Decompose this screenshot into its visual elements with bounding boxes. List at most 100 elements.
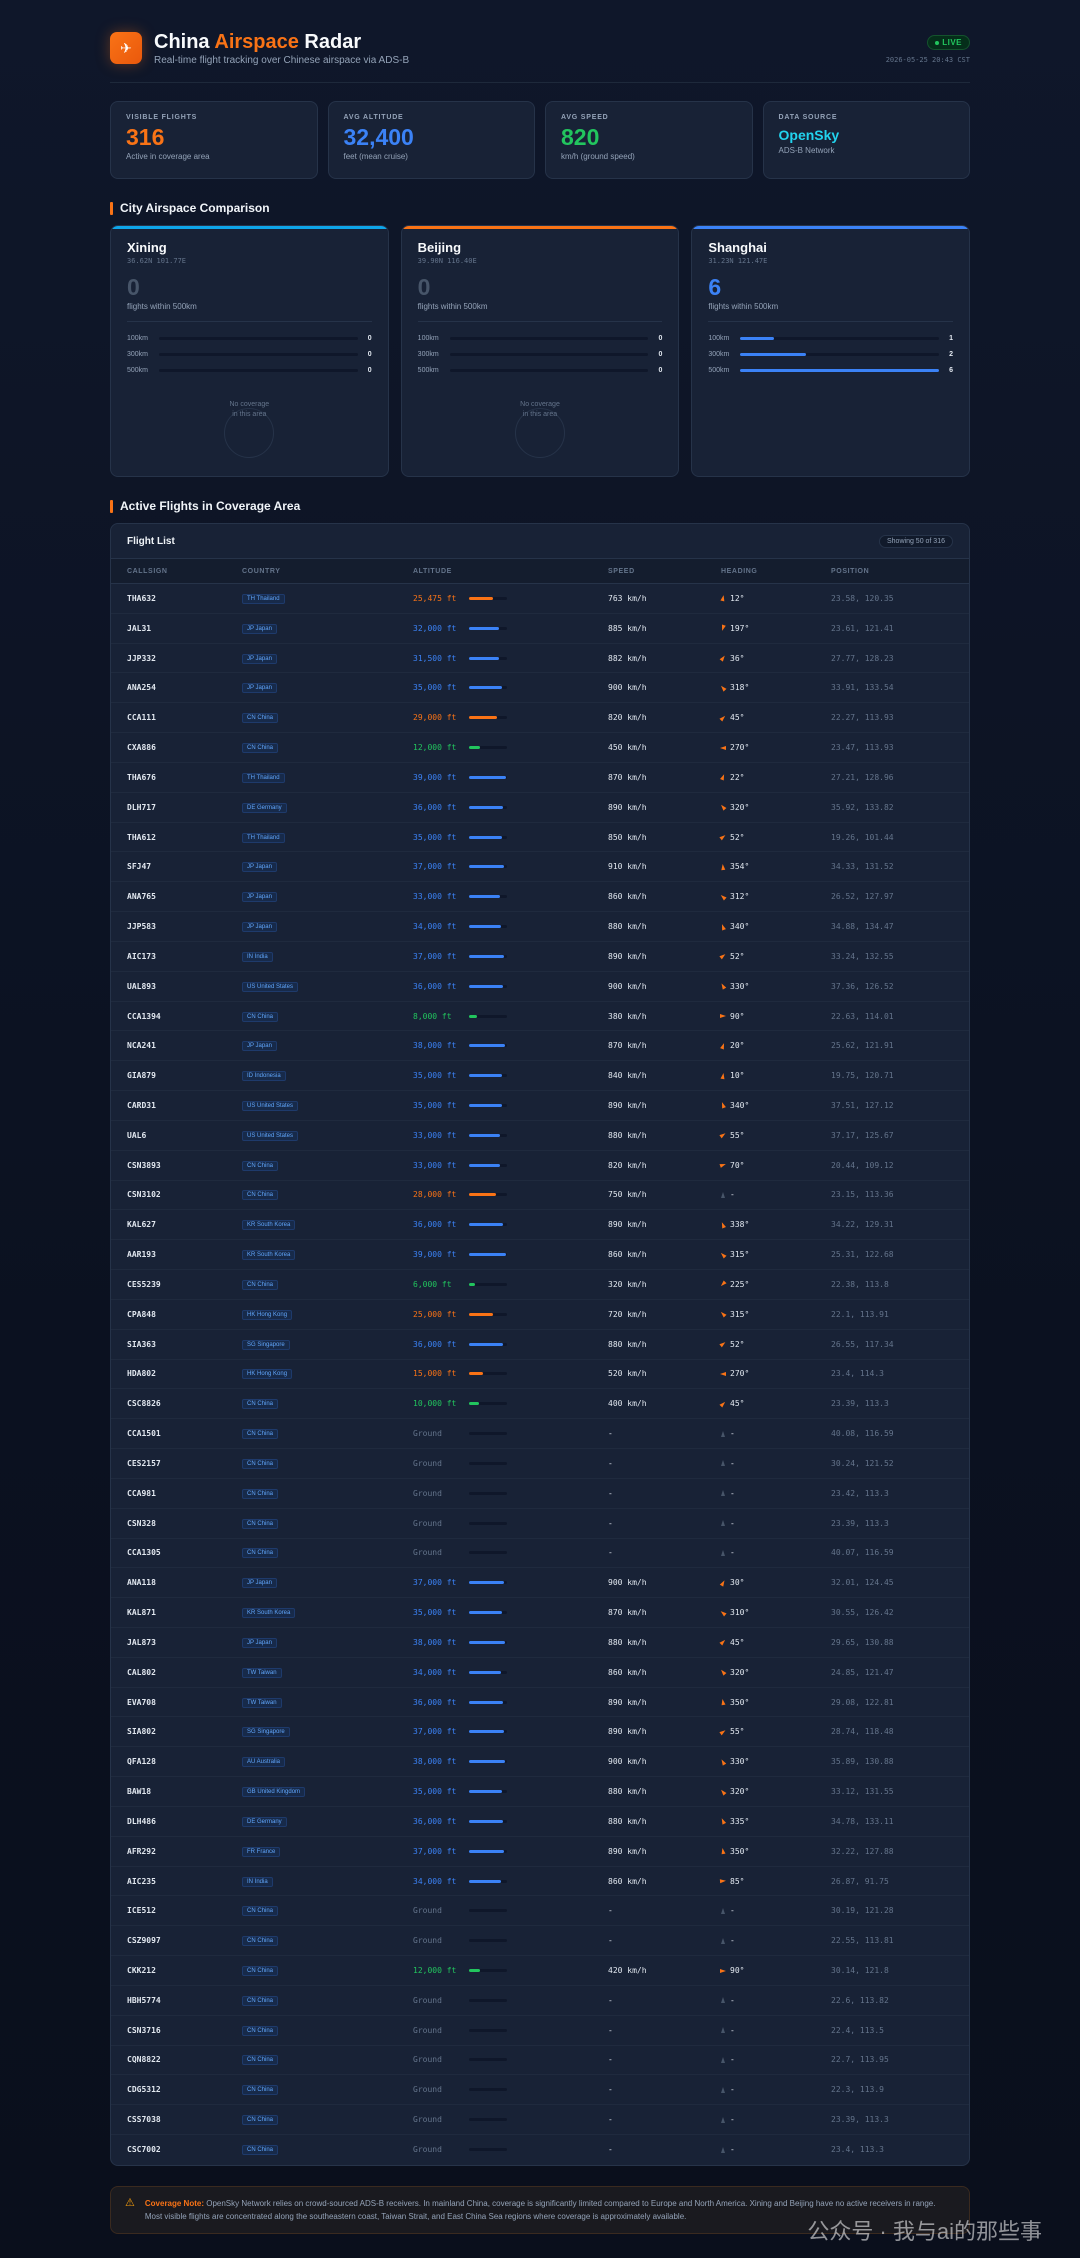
- table-row[interactable]: CSZ9097 CN China Ground - - 22.55, 113.81: [111, 1926, 969, 1957]
- column-header-heading[interactable]: HEADING: [721, 568, 831, 575]
- country-cell: CN China: [242, 2114, 413, 2126]
- city-coordinates: 36.62N 101.77E: [127, 257, 187, 265]
- column-header-position[interactable]: POSITION: [831, 568, 953, 575]
- table-row[interactable]: AIC235 IN India 34,000 ft 860 km/h 85° 26.87,…: [111, 1867, 969, 1897]
- table-row[interactable]: ANA765 JP Japan 33,000 ft 860 km/h 312° 26.52…: [111, 882, 969, 913]
- table-row[interactable]: CPA848 HK Hong Kong 25,000 ft 720 km/h 315° 2…: [111, 1300, 969, 1330]
- column-header-speed[interactable]: SPEED: [608, 568, 721, 575]
- country-badge: KR South Korea: [242, 1608, 296, 1619]
- altitude-bar-fill: [469, 1103, 503, 1107]
- table-row[interactable]: CCA1501 CN China Ground - - 40.08, 116.59: [111, 1419, 969, 1450]
- country-badge: CN China: [242, 2145, 279, 2156]
- altitude-value: 15,000 ft: [413, 1369, 457, 1379]
- table-row[interactable]: HDA802 HK Hong Kong 15,000 ft 520 km/h 270° 2…: [111, 1360, 969, 1390]
- altitude-bar-fill: [469, 775, 507, 779]
- table-row[interactable]: THA612 TH Thailand 35,000 ft 850 km/h 52° 19.…: [111, 823, 969, 853]
- table-row[interactable]: BAW18 GB United Kingdom 35,000 ft 880 km/h 3…: [111, 1777, 969, 1807]
- table-row[interactable]: SIA802 SG Singapore 37,000 ft 890 km/h 55° 28…: [111, 1717, 969, 1748]
- table-row[interactable]: KAL871 KR South Korea 35,000 ft 870 km/h 310…: [111, 1598, 969, 1628]
- country-badge: IN India: [242, 951, 273, 962]
- column-header-altitude[interactable]: ALTITUDE: [413, 568, 608, 575]
- table-row[interactable]: JAL31 JP Japan 32,000 ft 885 km/h 197° 23.61,…: [111, 614, 969, 644]
- heading-value: 52°: [730, 1339, 745, 1349]
- altitude-value: Ground: [413, 1429, 442, 1439]
- radius-bar: [740, 368, 940, 372]
- table-row[interactable]: KAL627 KR South Korea 36,000 ft 890 km/h 338…: [111, 1210, 969, 1241]
- altitude-bar: [469, 1432, 507, 1436]
- table-row[interactable]: DLH486 DE Germany 36,000 ft 880 km/h 335° 34.…: [111, 1807, 969, 1837]
- table-row[interactable]: CQN8822 CN China Ground - - 22.7, 113.95: [111, 2046, 969, 2076]
- table-row[interactable]: SFJ47 JP Japan 37,000 ft 910 km/h 354° 34.33,…: [111, 852, 969, 883]
- table-row[interactable]: CSN3102 CN China 28,000 ft 750 km/h - 23.15, …: [111, 1181, 969, 1211]
- callsign: DLH486: [127, 1816, 156, 1826]
- table-row[interactable]: ANA118 JP Japan 37,000 ft 900 km/h 30° 32.01,…: [111, 1568, 969, 1599]
- altitude-bar: [469, 1461, 507, 1465]
- altitude-value: 36,000 ft: [413, 1816, 457, 1826]
- table-row[interactable]: CCA981 CN China Ground - - 23.42, 113.3: [111, 1479, 969, 1509]
- table-row[interactable]: THA676 TH Thailand 39,000 ft 870 km/h 22° 27.…: [111, 763, 969, 793]
- divider: [110, 82, 970, 83]
- column-header-callsign[interactable]: CALLSIGN: [127, 568, 242, 575]
- table-row[interactable]: ICE512 CN China Ground - - 30.19, 121.28: [111, 1896, 969, 1927]
- table-row[interactable]: JAL873 JP Japan 38,000 ft 880 km/h 45° 29.65,…: [111, 1628, 969, 1658]
- table-row[interactable]: AFR292 FR France 37,000 ft 890 km/h 350° 32.2…: [111, 1837, 969, 1867]
- stats-row: VISIBLE FLIGHTS 316 Active in coverage are…: [110, 101, 970, 179]
- table-row[interactable]: CDG5312 CN China Ground - - 22.3, 113.9: [111, 2075, 969, 2106]
- table-row[interactable]: UAL893 US United States 36,000 ft 900 km/h 3…: [111, 972, 969, 1002]
- table-row[interactable]: UAL6 US United States 33,000 ft 880 km/h 55°…: [111, 1121, 969, 1151]
- table-row[interactable]: CAL802 TW Taiwan 34,000 ft 860 km/h 320° 24.8…: [111, 1658, 969, 1688]
- table-row[interactable]: CSC7002 CN China Ground - - 23.4, 113.3: [111, 2135, 969, 2165]
- table-row[interactable]: SIA363 SG Singapore 36,000 ft 880 km/h 52° 26…: [111, 1330, 969, 1360]
- heading-cell: 315°: [719, 1310, 831, 1319]
- table-row[interactable]: EVA708 TW Taiwan 36,000 ft 890 km/h 350° 29.0…: [111, 1688, 969, 1718]
- country-cell: JP Japan: [242, 891, 413, 903]
- callsign: CDG5312: [127, 2085, 161, 2095]
- table-row[interactable]: ANA254 JP Japan 35,000 ft 900 km/h 318° 33.91…: [111, 673, 969, 704]
- table-row[interactable]: CSN3716 CN China Ground - - 22.4, 113.5: [111, 2016, 969, 2046]
- table-row[interactable]: CARD31 US United States 35,000 ft 890 km/h 3…: [111, 1091, 969, 1121]
- callsign: CCA111: [127, 713, 156, 723]
- table-row[interactable]: JJP583 JP Japan 34,000 ft 880 km/h 340° 34.88…: [111, 912, 969, 942]
- heading-cell: 90°: [720, 1966, 831, 1975]
- heading-arrow-icon: [719, 1131, 727, 1139]
- table-row[interactable]: CXA886 CN China 12,000 ft 450 km/h 270° 23.47…: [111, 733, 969, 763]
- country-badge: TH Thailand: [242, 832, 285, 843]
- table-row[interactable]: CES5239 CN China 6,000 ft 320 km/h 225° 22.38…: [111, 1270, 969, 1300]
- table-row[interactable]: CCA1394 CN China 8,000 ft 380 km/h 90° 22.63,…: [111, 1002, 969, 1032]
- table-row[interactable]: CSS7038 CN China Ground - - 23.39, 113.3: [111, 2105, 969, 2136]
- table-row[interactable]: CSN3893 CN China 33,000 ft 820 km/h 70° 20.44…: [111, 1151, 969, 1181]
- altitude-cell: 8,000 ft: [413, 1012, 608, 1021]
- table-row[interactable]: JJP332 JP Japan 31,500 ft 882 km/h 36° 27.77,…: [111, 644, 969, 674]
- speed: 890 km/h: [608, 1100, 647, 1110]
- altitude-value: Ground: [413, 1995, 442, 2005]
- table-row[interactable]: AIC173 IN India 37,000 ft 890 km/h 52° 33.24,…: [111, 942, 969, 972]
- radius-label: 300km: [127, 350, 149, 358]
- table-row[interactable]: THA632 TH Thailand 25,475 ft 763 km/h 12° 23.…: [111, 584, 969, 614]
- table-row[interactable]: CSN328 CN China Ground - - 23.39, 113.3: [111, 1509, 969, 1539]
- heading-cell: 55°: [719, 1727, 831, 1736]
- table-row[interactable]: CSC8826 CN China 10,000 ft 400 km/h 45° 23.39…: [111, 1389, 969, 1420]
- altitude-bar: [469, 1282, 507, 1286]
- table-row[interactable]: QFA128 AU Australia 38,000 ft 900 km/h 330° 3…: [111, 1747, 969, 1778]
- table-row[interactable]: GIA879 ID Indonesia 35,000 ft 840 km/h 10° 19…: [111, 1061, 969, 1092]
- altitude-cell: Ground: [413, 2026, 608, 2035]
- country-badge: CN China: [242, 2085, 279, 2096]
- heading-arrow-icon: [720, 773, 726, 781]
- table-row[interactable]: CKK212 CN China 12,000 ft 420 km/h 90° 30.14,…: [111, 1956, 969, 1986]
- column-header-country[interactable]: COUNTRY: [242, 568, 413, 575]
- table-row[interactable]: AAR193 KR South Korea 39,000 ft 860 km/h 315…: [111, 1240, 969, 1271]
- table-row[interactable]: NCA241 JP Japan 38,000 ft 870 km/h 20° 25.62,…: [111, 1031, 969, 1062]
- altitude-bar: [469, 865, 507, 869]
- table-row[interactable]: CCA1305 CN China Ground - - 40.07, 116.59: [111, 1539, 969, 1569]
- no-coverage-line: in this area: [232, 411, 267, 418]
- heading-arrow-icon: [721, 1430, 725, 1437]
- city-card-shanghai: Shanghai 31.23N 121.47E 6 flights within 50…: [691, 225, 971, 477]
- speed: 380 km/h: [608, 1011, 647, 1021]
- heading-cell: 45°: [719, 713, 831, 722]
- table-row[interactable]: HBH5774 CN China Ground - - 22.6, 113.82: [111, 1986, 969, 2016]
- table-row[interactable]: DLH717 DE Germany 36,000 ft 890 km/h 320° 35.…: [111, 793, 969, 823]
- table-row[interactable]: CCA111 CN China 29,000 ft 820 km/h 45° 22.27,…: [111, 703, 969, 734]
- altitude-bar-fill: [469, 954, 505, 958]
- city-card-beijing: Beijing 39.90N 116.40E 0 flights within 500…: [400, 225, 680, 477]
- table-row[interactable]: CES2157 CN China Ground - - 30.24, 121.52: [111, 1449, 969, 1479]
